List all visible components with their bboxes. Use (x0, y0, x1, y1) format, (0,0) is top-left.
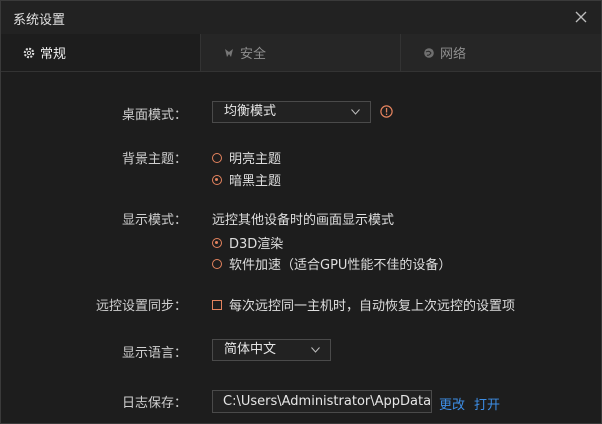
log-path-input[interactable]: C:\Users\Administrator\AppData\ (212, 390, 432, 413)
chevron-down-icon (311, 347, 320, 353)
language-label: 显示语言： (121, 346, 187, 361)
tab-network-label: 网络 (440, 47, 467, 62)
language-value: 简体中文 (224, 342, 277, 357)
tab-general-label: 常规 (40, 47, 67, 62)
checkbox-icon (212, 299, 222, 310)
display-d3d-label: D3D渲染 (229, 237, 284, 252)
window-title: 系统设置 (13, 13, 66, 28)
tab-security[interactable]: 安全 (201, 34, 401, 71)
theme-light-label: 明亮主题 (229, 152, 282, 167)
theme-dark-radio[interactable]: 暗黑主题 (212, 170, 281, 189)
language-select[interactable]: 简体中文 (212, 339, 331, 361)
radio-on-icon (212, 174, 222, 185)
tab-general[interactable]: 常规 (1, 34, 201, 71)
display-mode-label: 显示模式： (121, 213, 187, 228)
settings-window: 系统设置 常规 安全 网络 桌面模式： 均衡模式 背景主题： 明亮主题 暗黑主题… (0, 0, 602, 424)
desktop-mode-select[interactable]: 均衡模式 (212, 101, 371, 123)
display-d3d-radio[interactable]: D3D渲染 (212, 233, 283, 252)
tab-network[interactable]: 网络 (401, 34, 601, 71)
radio-off-icon (212, 258, 222, 269)
tab-bar: 常规 安全 网络 (1, 34, 601, 72)
desktop-mode-label: 桌面模式： (121, 108, 187, 123)
radio-on-icon (212, 237, 222, 248)
display-software-radio[interactable]: 软件加速（适合GPU性能不佳的设备） (212, 254, 451, 273)
shield-icon (225, 48, 233, 57)
info-icon[interactable] (380, 105, 393, 118)
radio-off-icon (212, 152, 222, 163)
chevron-down-icon (351, 109, 360, 115)
open-link[interactable]: 打开 (474, 394, 500, 413)
desktop-mode-value: 均衡模式 (224, 104, 277, 119)
sync-checkbox[interactable]: 每次远控同一主机时，自动恢复上次远控的设置项 (212, 295, 515, 314)
globe-icon (424, 47, 434, 58)
log-label: 日志保存： (121, 396, 187, 411)
sync-label: 远控设置同步： (95, 299, 187, 314)
close-icon[interactable] (571, 7, 591, 27)
sync-checkbox-label: 每次远控同一主机时，自动恢复上次远控的设置项 (229, 299, 516, 314)
gear-icon (23, 47, 35, 58)
change-link[interactable]: 更改 (439, 394, 465, 413)
display-mode-description: 远控其他设备时的画面显示模式 (212, 213, 395, 228)
theme-light-radio[interactable]: 明亮主题 (212, 148, 281, 167)
log-path-value: C:\Users\Administrator\AppData\ (223, 394, 432, 409)
display-software-label: 软件加速（适合GPU性能不佳的设备） (229, 258, 452, 273)
theme-label: 背景主题： (121, 152, 187, 167)
tab-security-label: 安全 (240, 47, 267, 62)
title-bar: 系统设置 (1, 1, 601, 34)
theme-dark-label: 暗黑主题 (229, 174, 282, 189)
